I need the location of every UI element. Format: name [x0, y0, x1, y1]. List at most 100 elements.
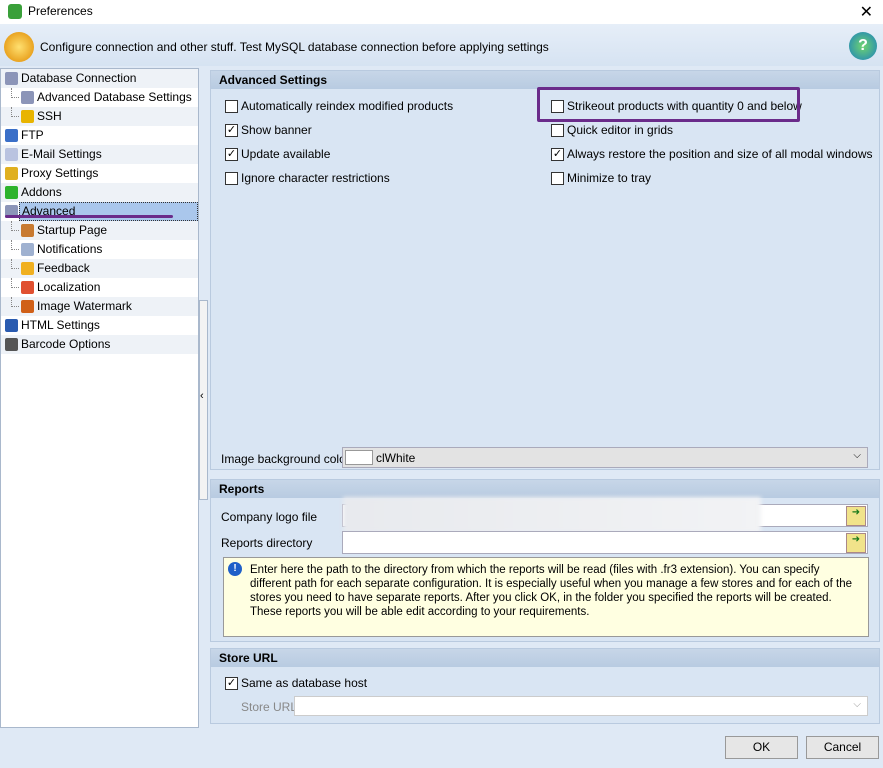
tree-item[interactable]: FTP — [1, 126, 198, 145]
tree-item-label: Localization — [37, 280, 101, 294]
tree-item[interactable]: Image Watermark — [1, 297, 198, 316]
browse-folder-icon[interactable]: ➜ — [846, 506, 866, 526]
logo-label: Company logo file — [221, 510, 318, 524]
checkbox-label: Automatically reindex modified products — [241, 99, 454, 113]
tree-item-label: SSH — [37, 109, 62, 123]
tree-item[interactable]: Database Connection — [1, 69, 198, 88]
tree-item[interactable]: Feedback — [1, 259, 198, 278]
tree-item[interactable]: Notifications — [1, 240, 198, 259]
tree-item[interactable]: Localization — [1, 278, 198, 297]
tree-line — [11, 240, 19, 250]
checkbox-label: Minimize to tray — [567, 171, 652, 185]
tree-item[interactable]: E-Mail Settings — [1, 145, 198, 164]
tree-item[interactable]: Proxy Settings — [1, 164, 198, 183]
tree-item-label: FTP — [21, 128, 44, 142]
tree-item-label: Image Watermark — [37, 299, 132, 313]
dir-label: Reports directory — [221, 536, 313, 550]
checkbox-box[interactable] — [551, 171, 564, 185]
option-checkbox[interactable]: Automatically reindex modified products — [225, 99, 453, 113]
tree-item-icon — [5, 72, 18, 85]
tree-item-label: Startup Page — [37, 223, 108, 237]
checkbox-box[interactable] — [225, 99, 238, 113]
tree-item-icon — [5, 167, 18, 180]
option-checkbox[interactable]: ✓ Show banner — [225, 123, 312, 137]
tree-line — [11, 107, 19, 117]
bg-color-label: Image background color — [221, 452, 350, 466]
checkbox-label: Same as database host — [241, 676, 368, 690]
tree-line — [11, 297, 19, 307]
checkbox-box[interactable]: ✓ — [225, 147, 238, 161]
checkbox-box[interactable]: ✓ — [225, 123, 238, 137]
tree-item-icon — [21, 300, 34, 313]
annotation-highlight-box — [537, 87, 800, 122]
checkbox-label: Ignore character restrictions — [241, 171, 390, 185]
checkbox-box[interactable] — [225, 171, 238, 185]
color-swatch — [345, 450, 373, 465]
option-checkbox[interactable]: Ignore character restrictions — [225, 171, 390, 185]
tree-item-icon — [21, 224, 34, 237]
tree-item[interactable]: Startup Page — [1, 221, 198, 240]
blurred-path — [343, 497, 761, 533]
checkbox-label: Quick editor in grids — [567, 123, 674, 137]
info-icon: ! — [228, 562, 242, 576]
bg-color-select[interactable]: clWhite ⌵ — [342, 447, 868, 468]
tree-item-icon — [21, 262, 34, 275]
option-checkbox[interactable]: Minimize to tray — [551, 171, 651, 185]
tree-item-label: Database Connection — [21, 71, 137, 85]
tree-item-icon — [5, 186, 18, 199]
tree-item-icon — [5, 129, 18, 142]
header-text: Configure connection and other stuff. Te… — [40, 40, 549, 54]
tree-item-label: HTML Settings — [21, 318, 100, 332]
collapse-arrow-icon[interactable]: ‹ — [200, 390, 204, 402]
tree-item-icon — [5, 148, 18, 161]
checkbox-label: Show banner — [241, 123, 312, 137]
tree-item[interactable]: SSH — [1, 107, 198, 126]
tree-item[interactable]: HTML Settings — [1, 316, 198, 335]
cancel-button[interactable]: Cancel — [806, 736, 879, 759]
tree-item-label: Addons — [21, 185, 62, 199]
tree-item-label: Feedback — [37, 261, 90, 275]
tree-item-icon — [21, 243, 34, 256]
checkbox-box[interactable] — [551, 123, 564, 137]
tree-item-label: Advanced — [19, 202, 198, 221]
help-icon[interactable]: ? — [849, 32, 877, 60]
tree-item[interactable]: Advanced Database Settings — [1, 88, 198, 107]
header-band: Configure connection and other stuff. Te… — [0, 24, 883, 66]
tree-item[interactable]: Addons — [1, 183, 198, 202]
tree-item-icon — [21, 91, 34, 104]
chevron-down-icon: ⌵ — [853, 450, 861, 461]
option-checkbox[interactable]: ✓ Update available — [225, 147, 330, 161]
info-box: ! Enter here the path to the directory f… — [223, 557, 869, 637]
gear-icon — [4, 32, 34, 62]
tree-item-icon — [5, 338, 18, 351]
checkbox-box[interactable]: ✓ — [225, 676, 238, 690]
info-text: Enter here the path to the directory fro… — [250, 564, 852, 618]
tree-item[interactable]: Barcode Options — [1, 335, 198, 354]
annotation-underline — [5, 215, 173, 218]
same-as-host-checkbox[interactable]: ✓ Same as database host — [225, 676, 367, 690]
advanced-settings-section: Advanced Settings Automatically reindex … — [210, 70, 880, 470]
checkbox-label: Update available — [241, 147, 331, 161]
bg-color-value: clWhite — [376, 451, 416, 465]
reports-section: Reports Company logo file ➜ Reports dire… — [210, 479, 880, 642]
tree-line — [11, 221, 19, 231]
tree-item[interactable]: Advanced — [1, 202, 198, 221]
option-checkbox[interactable]: Quick editor in grids — [551, 123, 673, 137]
tree-line — [11, 278, 19, 288]
browse-folder-icon[interactable]: ➜ — [846, 533, 866, 553]
store-url-label: Store URL — [241, 700, 298, 714]
settings-tree: Database Connection Advanced Database Set… — [0, 68, 199, 728]
section-title: Store URL — [211, 649, 879, 667]
tree-item-icon — [5, 319, 18, 332]
logo-file-input[interactable]: ➜ — [342, 497, 868, 533]
ok-button[interactable]: OK — [725, 736, 798, 759]
close-button[interactable]: ✕ — [860, 2, 873, 22]
checkbox-box[interactable]: ✓ — [551, 147, 564, 161]
store-url-select[interactable]: ⌵ — [294, 696, 868, 716]
section-title: Reports — [211, 480, 879, 498]
option-checkbox[interactable]: ✓ Always restore the position and size of… — [551, 147, 872, 161]
reports-dir-input[interactable]: ➜ — [342, 531, 868, 554]
tree-item-label: Barcode Options — [21, 337, 111, 351]
tree-line — [11, 259, 19, 269]
checkbox-label: Always restore the position and size of … — [567, 147, 873, 161]
